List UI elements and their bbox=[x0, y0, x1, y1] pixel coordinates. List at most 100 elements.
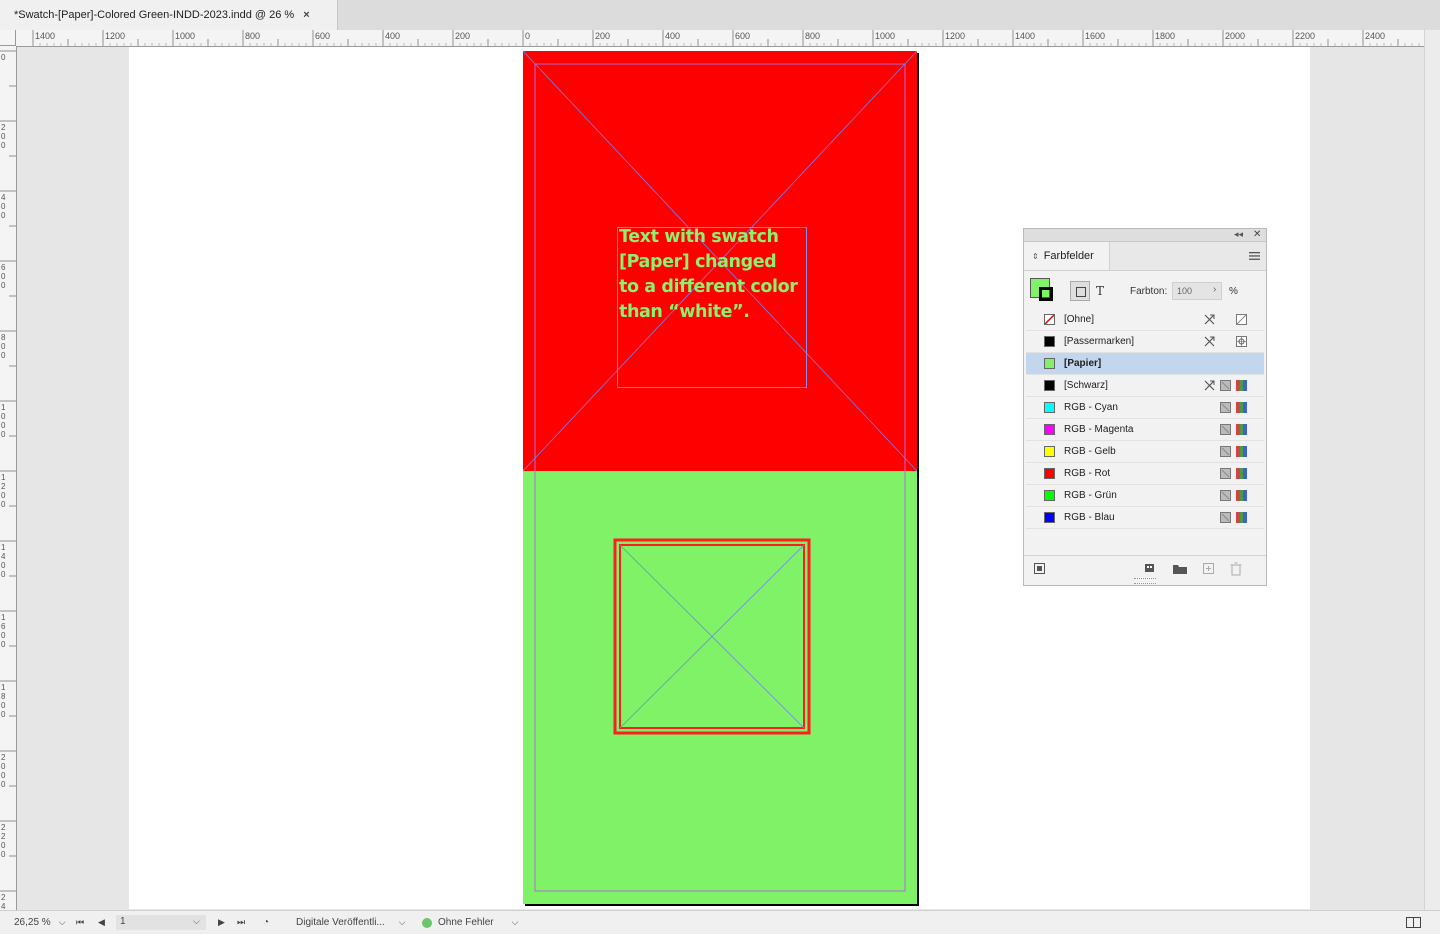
swatch-name: [Schwarz] bbox=[1064, 380, 1108, 391]
swatch-row[interactable]: RGB - Magenta bbox=[1026, 419, 1264, 441]
ruler-label: 1800 bbox=[1, 683, 6, 719]
new-color-group-icon[interactable] bbox=[1172, 562, 1188, 576]
swatch-chip bbox=[1044, 446, 1055, 457]
collapse-panel-icon[interactable]: ◂◂ bbox=[1234, 229, 1243, 240]
new-swatch-icon[interactable] bbox=[1202, 562, 1216, 576]
swatch-row[interactable]: [Ohne] bbox=[1026, 309, 1264, 331]
swatch-row[interactable]: RGB - Grün bbox=[1026, 485, 1264, 507]
ruler-label: 1800 bbox=[1155, 31, 1176, 41]
zoom-field[interactable]: 26,25 % ⌵ bbox=[14, 911, 66, 934]
swatch-row[interactable]: RGB - Gelb bbox=[1026, 441, 1264, 463]
swatch-list[interactable]: [Ohne] [Passermarken] [Papier] [Schwarz] RGB… bbox=[1026, 309, 1264, 529]
ruler-label: 1000 bbox=[175, 31, 196, 41]
tint-label: Farbton: bbox=[1130, 286, 1168, 297]
ruler-label: 1200 bbox=[105, 31, 126, 41]
first-page-icon[interactable]: ⏮ bbox=[76, 911, 84, 934]
chevron-down-icon[interactable]: ⌵ bbox=[59, 917, 66, 928]
text-line: [Paper] changed bbox=[619, 252, 777, 272]
panel-tab-row: ⇕ Farbfelder bbox=[1024, 242, 1266, 271]
ruler-label: 600 bbox=[735, 31, 751, 41]
split-window-icon[interactable] bbox=[1406, 911, 1422, 934]
status-dot-icon bbox=[422, 917, 432, 928]
ruler-label: 600 bbox=[315, 31, 331, 41]
preflight-profile-dropdown[interactable]: Digitale Veröffentli... ⌵ bbox=[296, 911, 406, 934]
swatch-name: RGB - Gelb bbox=[1064, 446, 1116, 457]
vertical-scrollbar[interactable] bbox=[1424, 30, 1440, 910]
stroke-swatch[interactable] bbox=[1039, 287, 1053, 301]
rgb-mode-icon bbox=[1236, 424, 1247, 435]
text-line: to a different color bbox=[619, 277, 798, 297]
swatch-chip bbox=[1044, 402, 1055, 413]
panel-titlebar[interactable]: ◂◂ ✕ bbox=[1024, 229, 1266, 242]
container-format-button[interactable] bbox=[1070, 281, 1090, 301]
document-tab-bar: *Swatch-[Paper]-Colored Green-INDD-2023.… bbox=[0, 0, 1440, 31]
rgb-mode-icon bbox=[1236, 402, 1247, 413]
text-format-button[interactable]: T bbox=[1096, 284, 1104, 298]
text-frame[interactable]: Text with swatch [Paper] changed to a di… bbox=[617, 227, 807, 388]
close-panel-icon[interactable]: ✕ bbox=[1253, 229, 1261, 240]
preflight-errors: Ohne Fehler bbox=[438, 917, 494, 928]
next-page-icon[interactable]: ▶ bbox=[218, 911, 225, 934]
horizontal-ruler[interactable]: 1400 1200 1000 800 600 400 200 0 200 400 600 800 100… bbox=[16, 30, 1424, 47]
document-tab-title: *Swatch-[Paper]-Colored Green-INDD-2023.… bbox=[14, 9, 295, 21]
tint-field[interactable]: 100 › bbox=[1172, 282, 1222, 300]
show-swatch-kinds-icon[interactable] bbox=[1033, 562, 1047, 576]
panel-resize-grip[interactable] bbox=[1134, 578, 1156, 584]
ruler-label: 1400 bbox=[35, 31, 56, 41]
frame-guides bbox=[523, 51, 917, 892]
ruler-label: 1600 bbox=[1, 613, 6, 649]
lock-icon bbox=[1204, 380, 1215, 391]
previous-page-icon[interactable]: ◀ bbox=[98, 911, 105, 934]
vertical-ruler[interactable]: 0 200 400 600 800 1000 1200 1400 1600 1800 2000 220… bbox=[0, 46, 17, 910]
ruler-label: 1000 bbox=[1, 403, 6, 439]
ruler-label: 400 bbox=[665, 31, 681, 41]
chevron-right-icon[interactable]: › bbox=[1213, 284, 1216, 295]
document-page[interactable]: Text with swatch [Paper] changed to a di… bbox=[523, 51, 917, 904]
panel-menu-icon[interactable] bbox=[1249, 251, 1261, 261]
fill-stroke-proxy[interactable] bbox=[1030, 278, 1058, 306]
swatch-row[interactable]: RGB - Cyan bbox=[1026, 397, 1264, 419]
tab-swatches[interactable]: ⇕ Farbfelder bbox=[1024, 242, 1110, 270]
panel-stepper-icon: ⇕ bbox=[1032, 251, 1039, 261]
swatches-panel[interactable]: ◂◂ ✕ ⇕ Farbfelder T Farbton: 100 › % [Oh… bbox=[1023, 228, 1267, 586]
container-icon bbox=[1076, 287, 1086, 297]
open-page-icon[interactable]: ◔ bbox=[263, 911, 269, 934]
swatch-chip bbox=[1044, 424, 1055, 435]
ruler-label: 400 bbox=[385, 31, 401, 41]
ruler-label: 800 bbox=[805, 31, 821, 41]
chevron-down-icon[interactable]: ⌵ bbox=[512, 917, 519, 928]
chevron-down-icon[interactable]: ⌵ bbox=[399, 917, 406, 928]
process-color-icon bbox=[1220, 402, 1231, 413]
trash-icon[interactable] bbox=[1229, 562, 1243, 576]
lock-icon bbox=[1204, 336, 1215, 347]
rgb-mode-icon bbox=[1236, 380, 1247, 391]
ruler-label: 2000 bbox=[1, 753, 6, 789]
frame-text[interactable]: Text with swatch [Paper] changed to a di… bbox=[619, 225, 807, 325]
last-page-icon[interactable]: ⏭ bbox=[237, 911, 245, 934]
swatch-chip bbox=[1044, 336, 1055, 347]
rgb-mode-icon bbox=[1236, 468, 1247, 479]
chevron-down-icon[interactable]: ⌵ bbox=[193, 916, 200, 927]
ruler-label: 200 bbox=[1, 123, 6, 150]
swatch-name: RGB - Blau bbox=[1064, 512, 1115, 523]
swatch-name: RGB - Rot bbox=[1064, 468, 1111, 479]
ruler-origin[interactable] bbox=[0, 30, 16, 46]
close-icon[interactable]: × bbox=[303, 9, 309, 21]
swatch-row[interactable]: RGB - Rot bbox=[1026, 463, 1264, 485]
swatch-name: [Ohne] bbox=[1064, 314, 1095, 325]
swatch-row[interactable]: RGB - Blau bbox=[1026, 507, 1264, 529]
document-tab[interactable]: *Swatch-[Paper]-Colored Green-INDD-2023.… bbox=[0, 0, 338, 30]
process-color-icon bbox=[1220, 468, 1231, 479]
swatch-name: RGB - Magenta bbox=[1064, 424, 1134, 435]
page-number-field[interactable]: 1 ⌵ bbox=[116, 911, 206, 934]
process-color-icon bbox=[1220, 424, 1231, 435]
preflight-status[interactable]: Ohne Fehler ⌵ bbox=[422, 911, 518, 934]
swatch-views-icon[interactable] bbox=[1144, 562, 1158, 576]
lock-icon bbox=[1204, 314, 1215, 325]
ruler-label: 2400 bbox=[1365, 31, 1386, 41]
swatch-chip bbox=[1044, 314, 1055, 325]
swatch-row[interactable]: [Schwarz] bbox=[1026, 375, 1264, 397]
swatch-row[interactable]: [Passermarken] bbox=[1026, 331, 1264, 353]
swatch-row[interactable]: [Papier] bbox=[1026, 353, 1264, 375]
status-bar: 26,25 % ⌵ ⏮ ◀ 1 ⌵ ▶ ⏭ ◔ Digitale Veröffe… bbox=[0, 910, 1440, 934]
